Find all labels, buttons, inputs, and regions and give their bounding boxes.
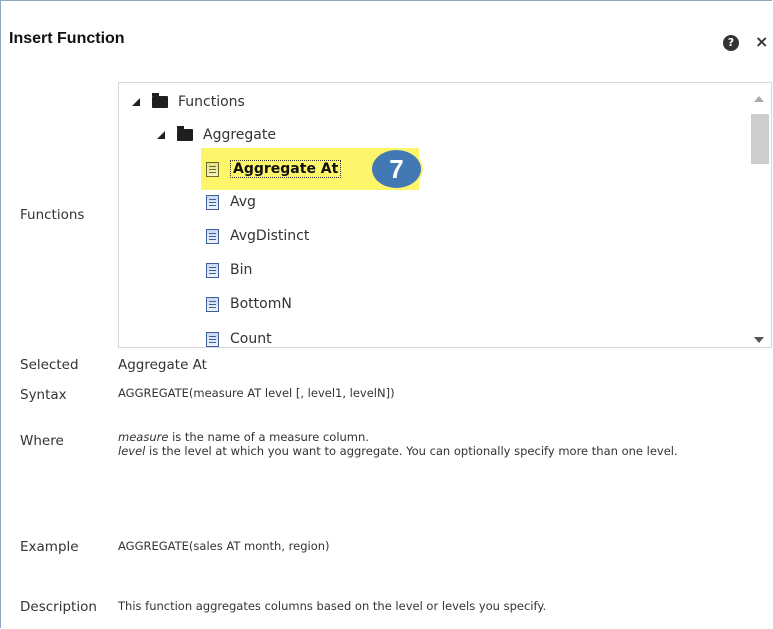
syntax-label: Syntax (20, 387, 67, 403)
tree-item-label: Count (230, 331, 272, 347)
where-text: is the level at which you want to aggreg… (145, 444, 678, 458)
functions-label: Functions (20, 207, 85, 223)
where-value: measure is the name of a measure column.… (118, 430, 678, 458)
function-doc-icon (206, 194, 219, 210)
description-value: This function aggregates columns based o… (118, 599, 547, 613)
example-value: AGGREGATE(sales AT month, region) (118, 539, 330, 553)
function-tree[interactable]: Functions Aggregate Aggregate At 7 Avg A… (118, 82, 772, 348)
tree-item-aggregate-at[interactable]: Aggregate At (206, 157, 342, 181)
folder-icon (177, 126, 193, 141)
description-label: Description (20, 599, 97, 615)
tree-item-label: Avg (230, 194, 256, 210)
tree-item-avgdistinct[interactable]: AvgDistinct (206, 224, 309, 248)
collapse-arrow-icon[interactable] (157, 130, 167, 140)
tree-item-label: Bin (230, 262, 253, 278)
close-icon[interactable]: × (755, 32, 768, 51)
tree-item-bottomn[interactable]: BottomN (206, 292, 292, 316)
where-text: is the name of a measure column. (168, 430, 369, 444)
tree-item-label: Aggregate At (230, 160, 342, 178)
tree-item-label: AvgDistinct (230, 228, 310, 244)
where-term: measure (118, 430, 169, 444)
function-doc-icon (206, 331, 219, 347)
syntax-value: AGGREGATE(measure AT level [, level1, le… (118, 386, 395, 400)
tree-item-bin[interactable]: Bin (206, 258, 252, 282)
function-doc-icon (206, 161, 219, 177)
step-badge: 7 (372, 150, 421, 188)
tree-item-count[interactable]: Count (206, 327, 272, 347)
scroll-down-arrow-icon[interactable] (754, 337, 764, 343)
folder-icon (152, 93, 168, 108)
where-line-level: level is the level at which you want to … (118, 444, 678, 458)
tree-node-label: Functions (178, 94, 245, 110)
function-doc-icon (206, 262, 219, 278)
tree-node-aggregate[interactable]: Aggregate (157, 123, 276, 147)
function-doc-icon (206, 228, 219, 244)
dialog-title: Insert Function (9, 30, 125, 47)
insert-function-dialog: Insert Function ? × Functions Functions … (0, 0, 772, 628)
selected-label: Selected (20, 357, 79, 373)
tree-item-label: BottomN (230, 296, 292, 312)
tree-node-label: Aggregate (203, 127, 276, 143)
where-label: Where (20, 433, 64, 449)
tree-node-functions[interactable]: Functions (132, 90, 245, 114)
help-icon[interactable]: ? (723, 35, 739, 51)
where-term: level (118, 444, 146, 458)
tree-item-avg[interactable]: Avg (206, 190, 256, 214)
scrollbar-thumb[interactable] (751, 114, 769, 164)
where-line-measure: measure is the name of a measure column. (118, 430, 678, 444)
example-label: Example (20, 539, 79, 555)
function-doc-icon (206, 296, 219, 312)
collapse-arrow-icon[interactable] (132, 97, 142, 107)
selected-value: Aggregate At (118, 357, 207, 373)
scroll-up-arrow-icon[interactable] (754, 96, 764, 102)
